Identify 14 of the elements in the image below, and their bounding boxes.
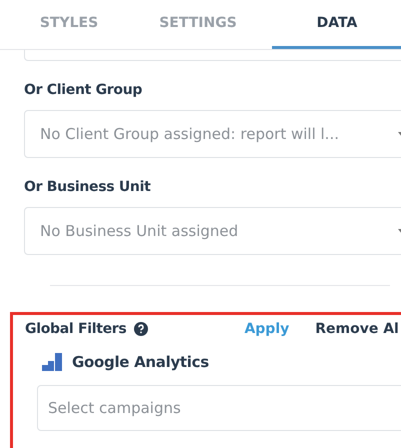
apply-link[interactable]: Apply bbox=[244, 321, 290, 337]
tab[interactable]: SETTINGS bbox=[138, 0, 258, 49]
dropdown-field[interactable]: No Business Unit assigned bbox=[24, 207, 401, 255]
section-title: Global Filters bbox=[25, 321, 126, 337]
source-title: Google Analytics bbox=[72, 353, 209, 371]
campaigns-field[interactable]: Select campaigns bbox=[37, 385, 401, 431]
remove-all-link[interactable]: Remove Al bbox=[315, 321, 399, 337]
help-icon[interactable] bbox=[134, 322, 148, 336]
field-label: Or Client Group bbox=[24, 82, 144, 98]
tab[interactable]: DATA bbox=[272, 0, 401, 49]
tab[interactable]: STYLES bbox=[20, 0, 118, 49]
field-label: Or Business Unit bbox=[24, 179, 152, 195]
bar-chart-icon bbox=[42, 353, 62, 371]
dropdown-field[interactable]: No Client Group assigned: report will l... bbox=[24, 110, 401, 158]
